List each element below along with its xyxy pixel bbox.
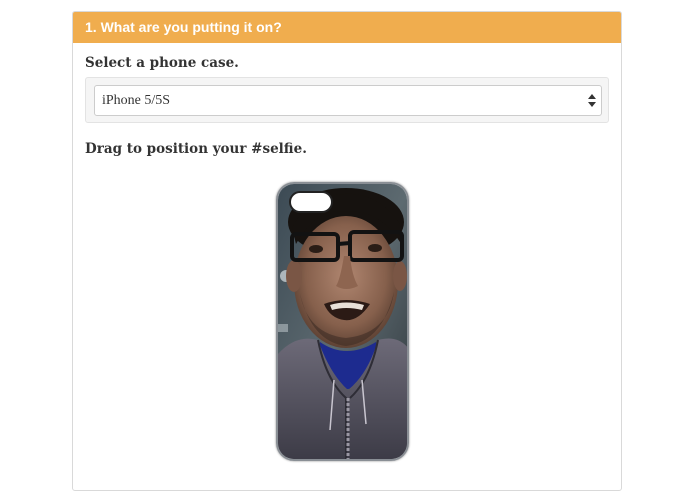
phone-case-select[interactable]: iPhone 5/5S	[94, 85, 602, 116]
drag-position-label: Drag to position your #selfie.	[85, 141, 307, 157]
up-down-arrows-icon	[588, 94, 596, 107]
phone-case-select-value: iPhone 5/5S	[102, 93, 171, 108]
step-panel: 1. What are you putting it on? Select a …	[72, 11, 622, 491]
step-header: 1. What are you putting it on?	[73, 12, 621, 43]
select-case-label: Select a phone case.	[85, 55, 239, 71]
selfie-photo	[278, 184, 407, 459]
selfie-image[interactable]	[276, 182, 409, 461]
camera-cutout-icon	[289, 191, 333, 213]
phone-case-preview[interactable]	[276, 182, 409, 461]
case-select-well: iPhone 5/5S	[85, 77, 609, 123]
